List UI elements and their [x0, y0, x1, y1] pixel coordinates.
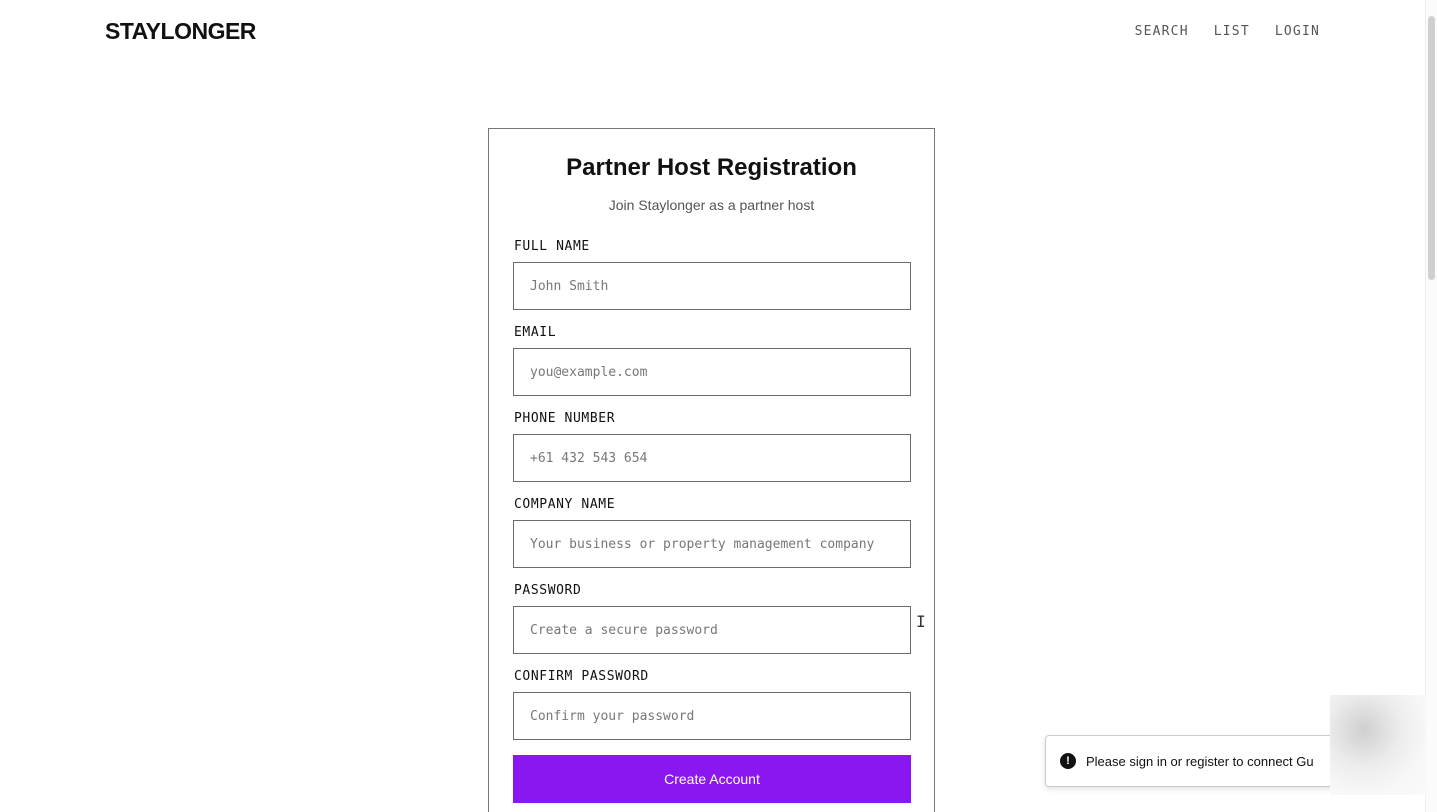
brand-logo[interactable]: STAYLONGER — [105, 18, 256, 45]
scrollbar-thumb[interactable] — [1428, 16, 1435, 280]
phone-number-label: PHONE NUMBER — [514, 411, 616, 426]
top-nav: SEARCH LIST LOGIN — [1135, 24, 1320, 39]
nav-search[interactable]: SEARCH — [1135, 24, 1189, 39]
full-name-input[interactable] — [513, 262, 911, 310]
password-label: PASSWORD — [514, 583, 582, 598]
form-subtitle: Join Staylonger as a partner host — [608, 197, 815, 213]
sign-in-toast[interactable]: ! Please sign in or register to connect … — [1045, 735, 1345, 787]
company-name-input[interactable] — [513, 520, 911, 568]
nav-list[interactable]: LIST — [1214, 24, 1250, 39]
blurred-widget — [1330, 695, 1426, 795]
exclamation-icon: ! — [1060, 753, 1076, 769]
company-name-label: COMPANY NAME — [514, 497, 616, 512]
confirm-password-label: CONFIRM PASSWORD — [514, 669, 649, 684]
text-cursor-icon: I — [916, 612, 926, 631]
page-scrollbar[interactable] — [1425, 0, 1437, 812]
nav-login[interactable]: LOGIN — [1275, 24, 1320, 39]
email-input[interactable] — [513, 348, 911, 396]
email-label: EMAIL — [514, 325, 557, 340]
phone-number-input[interactable] — [513, 434, 911, 482]
toast-message: Please sign in or register to connect Gu — [1086, 753, 1314, 769]
full-name-label: FULL NAME — [514, 239, 590, 254]
confirm-password-input[interactable] — [513, 692, 911, 740]
password-input[interactable] — [513, 606, 911, 654]
form-title: Partner Host Registration — [566, 154, 857, 181]
registration-card: Partner Host Registration Join Staylonge… — [488, 128, 935, 812]
create-account-button[interactable]: Create Account — [513, 755, 911, 803]
